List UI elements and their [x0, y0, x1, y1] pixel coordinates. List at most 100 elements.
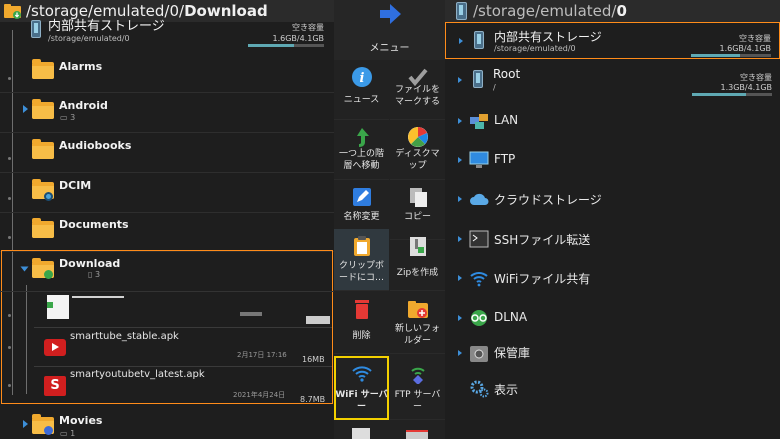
partial-menu-icon: [406, 430, 428, 439]
left-storage-row[interactable]: 内部共有ストレージ /storage/emulated/0 空き容量 1.6GB…: [0, 15, 334, 52]
nav-item-lan[interactable]: LAN: [445, 102, 780, 140]
nav-item-wifi-sharing[interactable]: WiFiファイル共有: [445, 259, 780, 297]
clipboard-icon: [351, 235, 373, 257]
menu-item-label: ファイルを マークする: [394, 85, 440, 107]
rename-icon: [351, 186, 373, 208]
expand-arrow-icon[interactable]: [23, 420, 28, 428]
menu-item-label: 名称変更: [343, 212, 380, 222]
expand-arrow-icon[interactable]: [458, 196, 462, 202]
menu-item-ftp-server[interactable]: FTP サーバ ー: [390, 356, 445, 420]
folder-name: Movies: [59, 414, 103, 427]
menu-item-label: Zipを作成: [396, 268, 439, 278]
left-file-panel: /storage/emulated/0/Download 内部共有ストレージ /…: [0, 0, 334, 439]
phone-storage-icon: [473, 70, 483, 88]
file-size: 8.7MB: [300, 395, 326, 404]
menu-item-delete[interactable]: 削除: [334, 292, 389, 354]
expand-arrow-icon[interactable]: [458, 350, 462, 356]
side-menu: メニュー i ニュース ファイルを マークする 一つ上の階 層へ移動 ディスクマ…: [334, 0, 445, 439]
folder-name: Documents: [59, 218, 129, 231]
list-item-folder-movies[interactable]: Movies ▭ 1: [0, 406, 334, 439]
menu-item-label: ニュース: [343, 95, 380, 105]
folder-name: Alarms: [59, 60, 103, 73]
nav-item-ssh-transfer[interactable]: SSHファイル転送: [445, 220, 780, 258]
menu-item-label: 削除: [352, 331, 371, 341]
storage-path: /storage/emulated/0: [48, 34, 130, 43]
menu-item-go-up[interactable]: 一つ上の階 層へ移動: [334, 120, 389, 180]
expand-arrow-icon[interactable]: [458, 157, 462, 163]
list-item-file-redacted[interactable]: [0, 290, 334, 330]
list-item-folder-documents[interactable]: Documents: [0, 212, 334, 252]
lan-icon: [469, 112, 489, 130]
folder-name: Download: [59, 257, 121, 270]
menu-item-create-zip[interactable]: Zipを作成: [390, 229, 445, 291]
nav-item-cloud-storage[interactable]: クラウドストレージ: [445, 180, 780, 218]
nav-item-label: LAN: [494, 113, 519, 127]
up-arrow-icon: [351, 126, 373, 148]
nav-item-vault[interactable]: 保管庫: [445, 334, 780, 372]
storage-internal-row[interactable]: 内部共有ストレージ /storage/emulated/0 空き容量 1.6GB…: [445, 22, 780, 59]
expand-arrow-icon[interactable]: [458, 236, 462, 242]
camera-badge-icon: [44, 192, 53, 201]
expand-arrow-icon[interactable]: [23, 105, 28, 113]
free-space-label: 空き容量: [739, 34, 771, 43]
svg-text:i: i: [360, 71, 365, 86]
expand-arrow-icon[interactable]: [458, 275, 462, 281]
list-item-folder-android[interactable]: Android ▭ 3: [0, 93, 334, 133]
pie-chart-icon: [407, 126, 429, 148]
folder-count: ▭ 3: [60, 113, 76, 122]
nav-item-label: FTP: [494, 152, 516, 166]
expand-arrow-icon[interactable]: [458, 77, 462, 83]
wifi-icon: [469, 269, 489, 287]
collapse-arrow-icon[interactable]: [20, 266, 29, 272]
cloud-icon: [469, 190, 489, 208]
right-file-panel: /storage/emulated/0 内部共有ストレージ /storage/e…: [445, 0, 780, 439]
settings-icon: [469, 380, 489, 398]
ftp-server-icon: [407, 362, 429, 385]
menu-item-new-folder[interactable]: 新しいフォ ルダー: [390, 292, 445, 354]
partial-menu-icon: [352, 428, 370, 439]
wifi-icon: [351, 362, 373, 384]
list-item-folder-dcim[interactable]: DCIM: [0, 173, 334, 213]
menu-item-wifi-server[interactable]: WiFi サーバ ー: [334, 356, 389, 420]
list-item-file-smarttube[interactable]: smarttube_stable.apk 2月17日 17:16 16MB: [0, 328, 334, 368]
folder-icon: [32, 99, 54, 119]
menu-item-label: クリップボ ードにコ…: [338, 261, 384, 283]
storage-path: /: [493, 83, 496, 92]
phone-storage-icon: [456, 2, 467, 20]
menu-item-mark-files[interactable]: ファイルを マークする: [390, 60, 445, 120]
phone-storage-icon: [31, 20, 41, 38]
expand-arrow-icon[interactable]: [458, 315, 462, 321]
folder-name: Android: [59, 99, 108, 112]
list-item-folder-alarms[interactable]: Alarms: [0, 53, 334, 93]
folder-name: DCIM: [59, 179, 92, 192]
list-item-folder-audiobooks[interactable]: Audiobooks: [0, 133, 334, 173]
menu-title: メニュー: [369, 43, 410, 54]
menu-header[interactable]: メニュー: [334, 0, 445, 60]
storage-root-row[interactable]: Root / 空き容量 1.3GB/4.1GB: [445, 62, 780, 100]
right-arrow-icon[interactable]: [378, 3, 402, 25]
free-space-label: 空き容量: [740, 73, 772, 82]
list-item-folder-download[interactable]: Download ▯ 3: [0, 252, 334, 292]
right-path-text: /storage/emulated/0: [473, 2, 627, 20]
info-icon: i: [351, 66, 373, 88]
menu-item-label: 一つ上の階 層へ移動: [338, 149, 384, 171]
storage-name: Root: [493, 67, 521, 81]
free-space-value: 1.6GB/4.1GB: [719, 44, 771, 53]
menu-item-disk-map[interactable]: ディスクマ ップ: [390, 120, 445, 180]
nav-item-label: WiFiファイル共有: [494, 272, 591, 286]
folder-icon: [32, 59, 54, 79]
nav-item-display[interactable]: 表示: [445, 371, 780, 409]
menu-item-clipboard[interactable]: クリップボ ードにコ…: [334, 229, 389, 291]
storage-path: /storage/emulated/0: [494, 44, 576, 53]
folder-count: ▭ 1: [60, 429, 76, 438]
right-path-bar[interactable]: /storage/emulated/0: [445, 0, 780, 22]
expand-arrow-icon[interactable]: [458, 118, 462, 124]
expand-arrow-icon[interactable]: [459, 38, 463, 44]
nav-item-dlna[interactable]: DLNA: [445, 299, 780, 337]
menu-item-news[interactable]: i ニュース: [334, 60, 389, 120]
list-item-file-smartyoutubetv[interactable]: S smartyoutubetv_latest.apk 2021年4月24日 8…: [0, 366, 334, 406]
monitor-icon: [469, 151, 489, 169]
folder-name: Audiobooks: [59, 139, 132, 152]
nav-item-ftp[interactable]: FTP: [445, 141, 780, 179]
file-date: 2021年4月24日: [233, 391, 286, 399]
